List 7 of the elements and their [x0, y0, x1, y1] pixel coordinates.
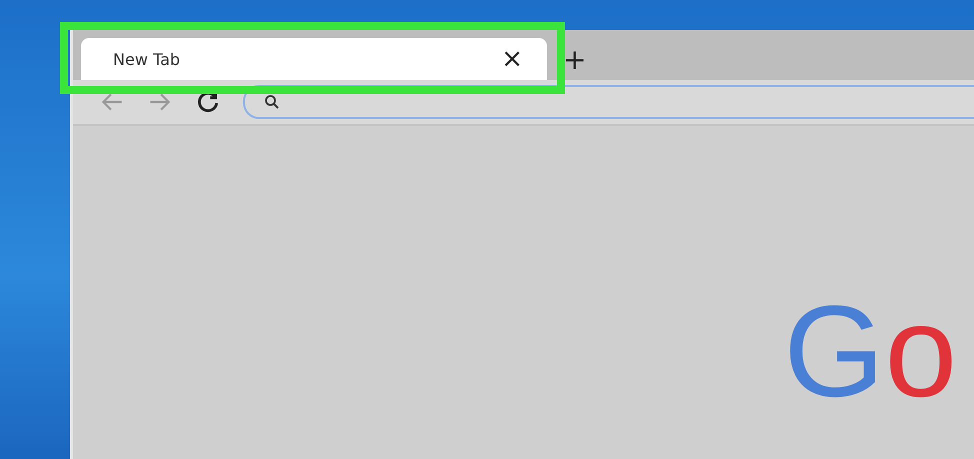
- tab-title: New Tab: [113, 50, 180, 68]
- address-bar[interactable]: [243, 85, 974, 119]
- search-icon: [263, 93, 281, 111]
- browser-tab[interactable]: New Tab ×: [81, 38, 547, 80]
- new-tab-button[interactable]: +: [563, 42, 586, 76]
- close-tab-button[interactable]: ×: [501, 44, 523, 74]
- logo: Go: [784, 286, 957, 416]
